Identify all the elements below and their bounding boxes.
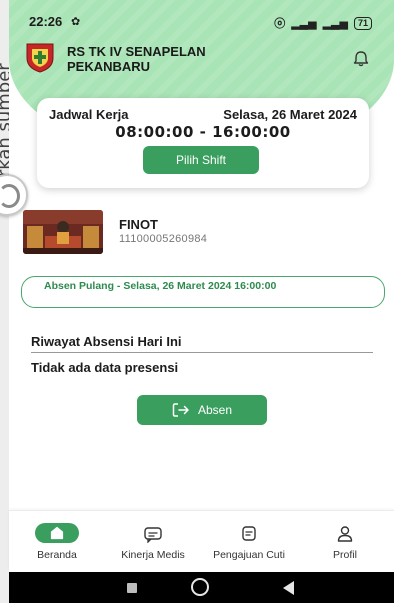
system-navigation-bar bbox=[9, 572, 394, 603]
link-icon: ⓞ bbox=[274, 18, 286, 30]
nav-label-beranda: Beranda bbox=[37, 549, 77, 561]
absen-button-label: Absen bbox=[197, 403, 233, 417]
schedule-card: Jadwal Kerja Selasa, 26 Maret 2024 08:00… bbox=[37, 98, 369, 188]
nav-label-profil: Profil bbox=[333, 549, 357, 561]
document-chat-icon bbox=[242, 526, 256, 541]
select-shift-button[interactable]: Pilih Shift bbox=[143, 146, 259, 174]
hospital-name-line1: RS TK IV SENAPELAN bbox=[67, 44, 206, 59]
nav-item-profil[interactable]: Profil bbox=[297, 511, 393, 571]
history-empty-text: Tidak ada data presensi bbox=[31, 360, 179, 375]
schedule-date: Selasa, 26 Maret 2024 bbox=[223, 107, 357, 122]
back-triangle-icon[interactable] bbox=[283, 581, 294, 595]
user-name: FINOT bbox=[119, 217, 158, 232]
login-icon bbox=[172, 403, 189, 417]
schedule-label: Jadwal Kerja bbox=[49, 107, 129, 122]
history-divider bbox=[31, 352, 373, 353]
battery-icon: 71 bbox=[353, 16, 372, 30]
user-avatar bbox=[23, 210, 103, 254]
nav-item-kinerja-medis[interactable]: Kinerja Medis bbox=[105, 511, 201, 571]
profile-icon bbox=[337, 526, 353, 542]
bell-icon[interactable] bbox=[352, 50, 370, 68]
home-icon bbox=[50, 526, 64, 540]
attendance-status-text: Absen Pulang - Selasa, 26 Maret 2024 16:… bbox=[44, 280, 277, 292]
history-title: Riwayat Absensi Hari Ini bbox=[31, 334, 182, 349]
schedule-time-range: 08:00:00 - 16:00:00 bbox=[115, 123, 291, 141]
status-bar: 22:26 ✿ ⓞ ▂▃▅ ▂▃▅ 71 bbox=[9, 12, 394, 32]
nav-item-pengajuan-cuti[interactable]: Pengajuan Cuti bbox=[201, 511, 297, 571]
bottom-navigation: Beranda Kinerja Medis Pengajuan Cuti Pro… bbox=[9, 510, 394, 571]
absen-button[interactable]: Absen bbox=[137, 395, 267, 425]
user-nip: 11100005260984 bbox=[119, 233, 208, 245]
status-icons: ⓞ ▂▃▅ ▂▃▅ 71 bbox=[274, 15, 372, 31]
hospital-name-line2: PEKANBARU bbox=[67, 59, 151, 74]
hospital-logo-icon bbox=[26, 43, 54, 73]
recents-icon[interactable] bbox=[127, 583, 137, 593]
nav-label-pengajuan-cuti: Pengajuan Cuti bbox=[213, 549, 285, 561]
attendance-status-pill: Absen Pulang - Selasa, 26 Maret 2024 16:… bbox=[21, 276, 385, 308]
home-circle-icon[interactable] bbox=[191, 578, 209, 596]
gear-icon: ✿ bbox=[71, 16, 81, 28]
chat-icon bbox=[144, 527, 162, 543]
status-time: 22:26 bbox=[29, 14, 63, 29]
signal-4g-icon: ▂▃▅ bbox=[322, 17, 348, 30]
nav-label-kinerja-medis: Kinerja Medis bbox=[121, 549, 185, 561]
phone-screen: 22:26 ✿ ⓞ ▂▃▅ ▂▃▅ 71 RS TK IV SENAPELAN … bbox=[9, 0, 394, 603]
nav-item-beranda[interactable]: Beranda bbox=[9, 511, 105, 571]
app-frame: hurkan sumber 22:26 ✿ ⓞ ▂▃▅ ▂▃▅ 71 RS TK… bbox=[0, 0, 394, 603]
signal-icon: ▂▃▅ bbox=[291, 17, 317, 30]
hospital-name: RS TK IV SENAPELAN PEKANBARU bbox=[67, 44, 307, 74]
